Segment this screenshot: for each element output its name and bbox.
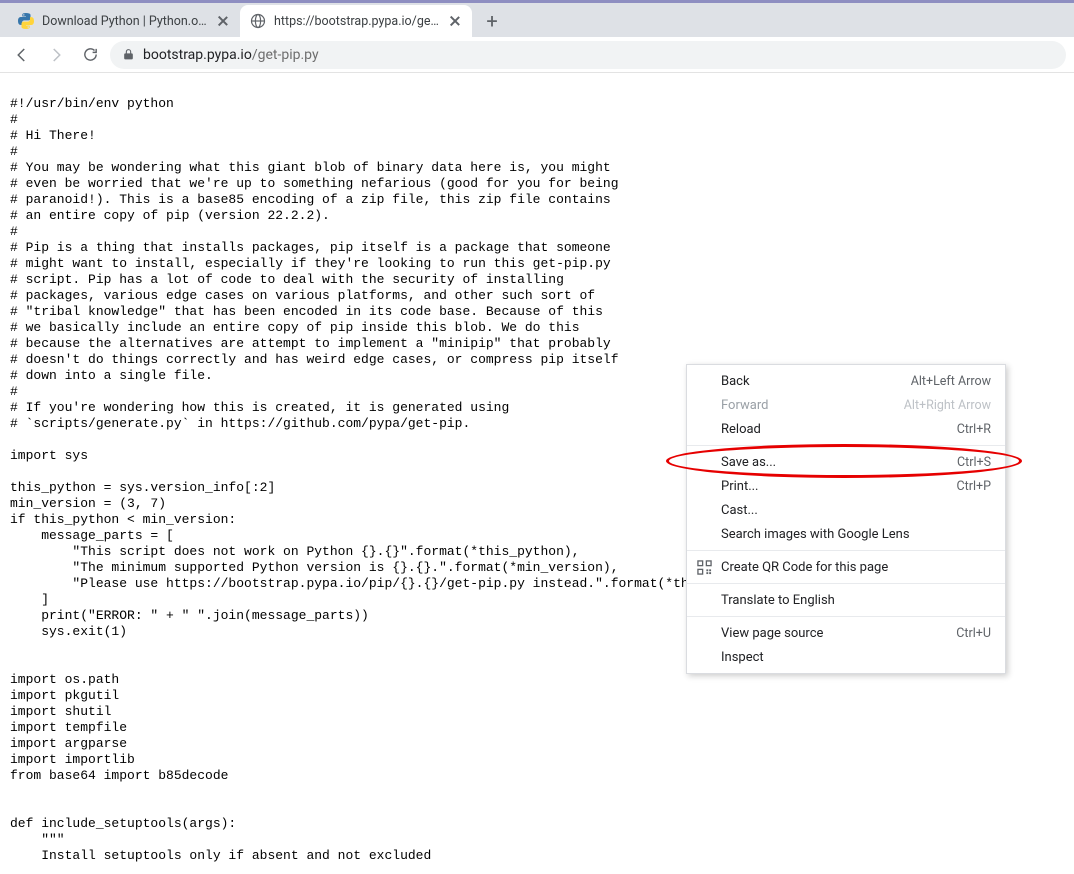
menu-label: Inspect	[721, 650, 764, 665]
menu-shortcut: Ctrl+U	[956, 626, 991, 641]
menu-shortcut: Ctrl+R	[957, 422, 991, 437]
menu-label: Translate to English	[721, 593, 835, 608]
menu-shortcut: Ctrl+P	[957, 479, 991, 494]
context-menu-inspect[interactable]: Inspect	[687, 645, 1005, 669]
tab-title: https://bootstrap.pypa.io/get-pip	[274, 14, 440, 29]
context-menu-reload[interactable]: Reload Ctrl+R	[687, 417, 1005, 441]
browser-toolbar: bootstrap.pypa.io/get-pip.py	[0, 37, 1074, 73]
menu-label: View page source	[721, 626, 823, 641]
new-tab-button[interactable]: +	[478, 7, 506, 35]
tab-title: Download Python | Python.org	[42, 14, 208, 29]
qr-icon	[695, 558, 713, 576]
python-favicon	[18, 13, 34, 29]
menu-shortcut: Alt+Right Arrow	[904, 398, 991, 413]
context-menu-back[interactable]: Back Alt+Left Arrow	[687, 369, 1005, 393]
menu-separator	[687, 583, 1005, 584]
tab-strip: Download Python | Python.org https://boo…	[0, 3, 1074, 37]
menu-shortcut: Ctrl+S	[957, 455, 991, 470]
context-menu-print[interactable]: Print... Ctrl+P	[687, 474, 1005, 498]
menu-separator	[687, 550, 1005, 551]
context-menu-cast[interactable]: Cast...	[687, 498, 1005, 522]
context-menu-save-as[interactable]: Save as... Ctrl+S	[687, 450, 1005, 474]
close-icon[interactable]	[448, 14, 462, 28]
menu-label: Create QR Code for this page	[721, 560, 888, 575]
menu-label: Search images with Google Lens	[721, 527, 910, 542]
context-menu-view-source[interactable]: View page source Ctrl+U	[687, 621, 1005, 645]
menu-shortcut: Alt+Left Arrow	[911, 374, 991, 389]
url-text: bootstrap.pypa.io/get-pip.py	[143, 47, 319, 63]
menu-separator	[687, 616, 1005, 617]
menu-label: Cast...	[721, 503, 758, 518]
context-menu: Back Alt+Left Arrow Forward Alt+Right Ar…	[686, 364, 1006, 674]
forward-button[interactable]	[42, 41, 70, 69]
plus-icon: +	[486, 11, 497, 31]
menu-label: Forward	[721, 398, 768, 413]
browser-tab-0[interactable]: Download Python | Python.org	[8, 5, 240, 37]
close-icon[interactable]	[216, 14, 230, 28]
context-menu-forward[interactable]: Forward Alt+Right Arrow	[687, 393, 1005, 417]
address-bar[interactable]: bootstrap.pypa.io/get-pip.py	[110, 41, 1066, 69]
globe-favicon	[250, 13, 266, 29]
back-button[interactable]	[8, 41, 36, 69]
menu-label: Back	[721, 374, 750, 389]
context-menu-create-qr[interactable]: Create QR Code for this page	[687, 555, 1005, 579]
context-menu-translate[interactable]: Translate to English	[687, 588, 1005, 612]
lock-icon	[122, 48, 135, 61]
reload-button[interactable]	[76, 41, 104, 69]
menu-label: Print...	[721, 479, 758, 494]
menu-label: Save as...	[721, 455, 776, 470]
menu-label: Reload	[721, 422, 761, 437]
context-menu-search-images[interactable]: Search images with Google Lens	[687, 522, 1005, 546]
browser-tab-1[interactable]: https://bootstrap.pypa.io/get-pip	[240, 5, 472, 37]
menu-separator	[687, 445, 1005, 446]
